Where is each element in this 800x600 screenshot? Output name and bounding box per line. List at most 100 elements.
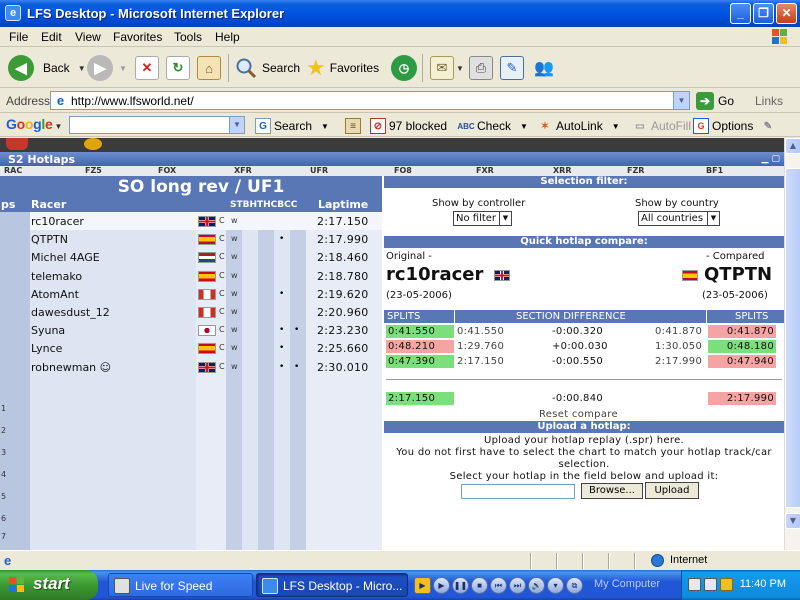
- car-tab-ufr[interactable]: UFR: [310, 166, 328, 175]
- back-dropdown-icon[interactable]: ▼: [78, 64, 86, 73]
- tray-icon[interactable]: [720, 578, 733, 591]
- next-icon[interactable]: ⏭: [509, 576, 526, 594]
- address-url[interactable]: http://www.lfsworld.net/: [71, 94, 194, 108]
- laptime[interactable]: 2:20.960: [317, 306, 369, 319]
- maximize-button[interactable]: ❐: [753, 3, 774, 24]
- address-input[interactable]: e http://www.lfsworld.net/ ▼: [50, 91, 690, 110]
- google-search-dropdown-icon[interactable]: ▼: [321, 122, 329, 131]
- laptime[interactable]: 2:18.780: [317, 270, 369, 283]
- hotlap-row[interactable]: AtomAnt Cw • 2:19.620: [30, 285, 382, 303]
- scroll-down-icon[interactable]: ▼: [785, 513, 800, 529]
- menu-icon[interactable]: ▾: [547, 576, 564, 594]
- task-live-for-speed[interactable]: Live for Speed: [108, 573, 253, 597]
- col-racer[interactable]: Racer: [31, 198, 66, 212]
- col-laptime[interactable]: Laptime: [318, 198, 368, 212]
- racer-name[interactable]: QTPTN: [31, 233, 68, 246]
- spellcheck-button[interactable]: ABC Check ▼: [457, 118, 528, 134]
- hotlap-row[interactable]: robnewman ☺ Cw • • 2:30.010: [30, 358, 382, 376]
- ie-app-icon[interactable]: e: [5, 5, 21, 21]
- vertical-scrollbar[interactable]: ▲ ▼: [784, 138, 800, 550]
- car-tab-bf1[interactable]: BF1: [706, 166, 723, 175]
- options-button[interactable]: G Options: [693, 118, 753, 134]
- google-search-button[interactable]: G Search ▼: [255, 118, 329, 134]
- menu-tools[interactable]: Tools: [174, 30, 202, 44]
- home-button[interactable]: ⌂: [197, 54, 221, 82]
- scroll-thumb[interactable]: [785, 168, 800, 508]
- pause-icon[interactable]: ❚❚: [452, 576, 469, 594]
- close-button[interactable]: ✕: [776, 3, 797, 24]
- upload-button[interactable]: Upload: [645, 482, 699, 499]
- task-lfs-desktop[interactable]: LFS Desktop - Micro...: [256, 573, 408, 597]
- stop-icon[interactable]: ■: [471, 576, 488, 594]
- back-button[interactable]: ◀ Back ▼: [8, 54, 86, 82]
- hotlap-row[interactable]: Lynce Cw • 2:25.660: [30, 339, 382, 357]
- laptime[interactable]: 2:25.660: [317, 342, 369, 355]
- menu-favorites[interactable]: Favorites: [113, 30, 162, 44]
- previous-icon[interactable]: ⏮: [490, 576, 507, 594]
- racer-name[interactable]: Syuna: [31, 324, 65, 337]
- go-button[interactable]: ➔ Go: [696, 92, 734, 110]
- highlight-button[interactable]: ✎: [760, 118, 776, 134]
- address-dropdown-icon[interactable]: ▼: [673, 92, 689, 109]
- racer-name[interactable]: Lynce: [31, 342, 62, 355]
- clock[interactable]: 11:40 PM: [740, 578, 786, 590]
- autofill-button[interactable]: ▭ AutoFill: [632, 118, 691, 134]
- my-computer-label[interactable]: My Computer: [594, 578, 660, 590]
- refresh-button[interactable]: ↻: [166, 54, 190, 82]
- car-tab-rac[interactable]: RAC: [4, 166, 22, 175]
- racer-name[interactable]: rc10racer: [31, 215, 84, 228]
- browse-button[interactable]: Browse...: [581, 483, 643, 499]
- laptime[interactable]: 2:30.010: [317, 361, 369, 374]
- links-button[interactable]: Links: [755, 94, 783, 108]
- print-button[interactable]: ⎙: [469, 54, 493, 82]
- car-tab-fxr[interactable]: FXR: [476, 166, 494, 175]
- car-tab-fz5[interactable]: FZ5: [85, 166, 102, 175]
- reset-compare-link[interactable]: Reset compare: [539, 408, 618, 421]
- laptime[interactable]: 2:19.620: [317, 288, 369, 301]
- search-button[interactable]: Search: [234, 54, 300, 82]
- messenger-button[interactable]: 👥: [532, 54, 556, 82]
- restore-icon[interactable]: ⧉: [566, 576, 583, 594]
- history-button[interactable]: ◷: [391, 54, 417, 82]
- menu-file[interactable]: File: [9, 30, 28, 44]
- laptime[interactable]: 2:17.150: [317, 215, 369, 228]
- window-controls-icon[interactable]: ▁ ▢: [761, 154, 780, 164]
- hotlap-row[interactable]: Syuna Cw • • 2:23.230: [30, 321, 382, 339]
- racer-name[interactable]: dawesdust_12: [31, 306, 110, 319]
- controller-filter-select[interactable]: No filter ▼: [453, 211, 512, 226]
- mail-button[interactable]: ✉ ▼: [430, 54, 464, 82]
- google-news-button[interactable]: ≡: [345, 118, 361, 134]
- mail-dropdown-icon[interactable]: ▼: [456, 64, 464, 73]
- hotlap-row[interactable]: telemako Cw 2:18.780: [30, 267, 382, 285]
- car-tab-fox[interactable]: FOX: [158, 166, 176, 175]
- popup-blocker-button[interactable]: ⊘ 97 blocked: [370, 118, 447, 134]
- volume-icon[interactable]: 🔊: [528, 576, 545, 594]
- racer-name[interactable]: Michel 4AGE: [31, 251, 100, 264]
- forward-button[interactable]: ▶ ▼: [87, 54, 127, 82]
- car-tab-fo8[interactable]: FO8: [394, 166, 412, 175]
- car-tab-fzr[interactable]: FZR: [627, 166, 644, 175]
- menu-help[interactable]: Help: [215, 30, 240, 44]
- laptime[interactable]: 2:17.990: [317, 233, 369, 246]
- forward-dropdown-icon[interactable]: ▼: [119, 64, 127, 73]
- racer-name[interactable]: AtomAnt: [31, 288, 79, 301]
- menu-edit[interactable]: Edit: [41, 30, 62, 44]
- menu-view[interactable]: View: [75, 30, 101, 44]
- check-dropdown-icon[interactable]: ▼: [520, 122, 528, 131]
- edit-button[interactable]: ✎: [500, 54, 524, 82]
- google-logo[interactable]: Google ▼: [6, 116, 62, 132]
- car-tab-xfr[interactable]: XFR: [234, 166, 252, 175]
- stop-button[interactable]: ✕: [135, 54, 159, 82]
- original-racer-name[interactable]: rc10racer: [386, 264, 483, 285]
- car-tab-xrr[interactable]: XRR: [553, 166, 572, 175]
- racer-name[interactable]: telemako: [31, 270, 82, 283]
- hotlap-row[interactable]: Michel 4AGE Cw 2:18.460: [30, 248, 382, 266]
- compared-racer-name[interactable]: QTPTN: [704, 264, 772, 285]
- file-path-input[interactable]: [461, 484, 575, 499]
- autolink-button[interactable]: ✶ AutoLink ▼: [537, 118, 620, 134]
- media-player-icon[interactable]: ▶: [414, 576, 431, 594]
- autolink-dropdown-icon[interactable]: ▼: [612, 122, 620, 131]
- google-search-dropdown-icon[interactable]: ▼: [229, 117, 244, 133]
- google-search-input[interactable]: ▼: [69, 116, 245, 134]
- hotlap-row[interactable]: dawesdust_12 Cw 2:20.960: [30, 303, 382, 321]
